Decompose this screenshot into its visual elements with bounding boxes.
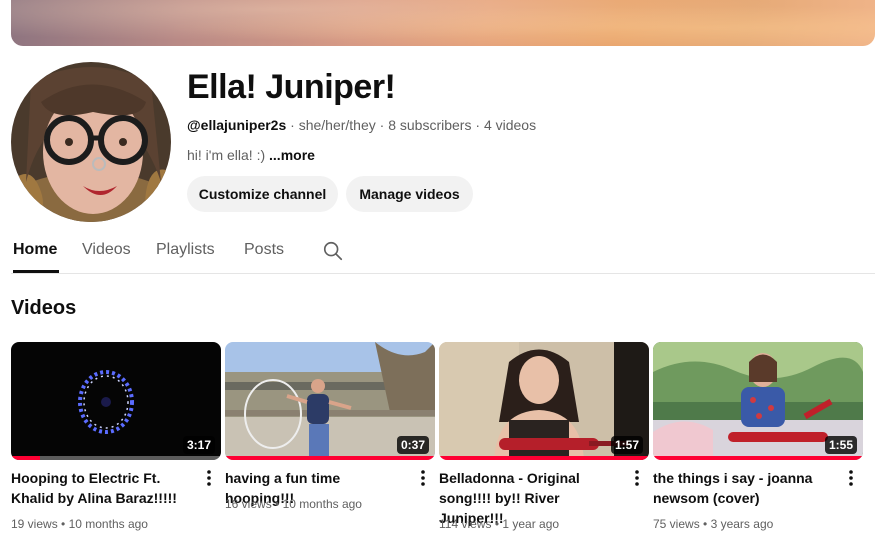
meta-sep: •: [703, 517, 708, 531]
description-text: hi! i'm ella! :): [187, 147, 270, 163]
channel-banner: [11, 0, 875, 46]
view-count: 114 views: [439, 517, 492, 531]
video-card[interactable]: 0:37 having a fun time hooping!!! 16 vie…: [225, 342, 435, 511]
video-duration: 1:57: [610, 436, 643, 454]
active-tab-indicator: [13, 270, 59, 273]
more-vert-icon[interactable]: [629, 469, 645, 487]
video-thumbnail[interactable]: 1:55: [653, 342, 863, 460]
upload-age: 3 years ago: [710, 517, 774, 531]
video-card[interactable]: 1:57 Belladonna - Original song!!!! by!!…: [439, 342, 649, 531]
video-thumbnail[interactable]: 1:57: [439, 342, 649, 460]
channel-name: Ella! Juniper!: [187, 68, 396, 106]
view-count: 19 views: [11, 517, 58, 531]
meta-sep: •: [61, 517, 66, 531]
meta-sep: •: [494, 517, 500, 531]
tab-playlists[interactable]: Playlists: [156, 241, 215, 259]
video-duration: 3:17: [182, 436, 215, 454]
view-count: 75 views: [653, 517, 700, 531]
more-vert-icon[interactable]: [201, 469, 217, 487]
channel-tabs: Home Videos Playlists Posts: [11, 232, 875, 274]
video-meta: 75 views • 3 years ago: [653, 517, 773, 531]
meta-sep: •: [275, 497, 280, 511]
progress-track: [11, 456, 221, 460]
channel-handle[interactable]: @ellajuniper2s: [187, 117, 286, 133]
channel-avatar[interactable]: [11, 62, 171, 222]
watch-progress: [653, 456, 863, 460]
more-vert-icon[interactable]: [843, 469, 859, 487]
watch-progress: [11, 456, 41, 460]
video-thumbnail[interactable]: 3:17: [11, 342, 221, 460]
section-title: Videos: [11, 297, 77, 319]
video-card[interactable]: 3:17 Hooping to Electric Ft. Khalid by A…: [11, 342, 221, 531]
video-thumbnail[interactable]: 0:37: [225, 342, 435, 460]
channel-description[interactable]: hi! i'm ella! :) ...more: [187, 147, 315, 163]
view-count: 16 views: [225, 497, 272, 511]
watch-progress: [225, 456, 435, 460]
tab-videos[interactable]: Videos: [82, 241, 131, 259]
tab-home[interactable]: Home: [13, 241, 57, 259]
video-card[interactable]: 1:55 the things i say - joanna newsom (c…: [653, 342, 863, 531]
meta-sep: ·: [379, 117, 385, 133]
tab-posts[interactable]: Posts: [244, 241, 284, 259]
subscriber-count: 8 subscribers: [388, 117, 472, 133]
video-count: 4 videos: [483, 117, 537, 133]
meta-sep: ·: [290, 117, 295, 133]
search-icon[interactable]: [322, 240, 344, 262]
video-meta: 114 views • 1 year ago: [439, 517, 559, 531]
video-duration: 1:55: [824, 436, 857, 454]
upload-age: 10 months ago: [282, 497, 362, 511]
avatar-image: [11, 62, 171, 222]
video-meta: 16 views • 10 months ago: [225, 497, 362, 511]
customize-channel-button[interactable]: Customize channel: [187, 176, 338, 212]
video-meta: 19 views • 10 months ago: [11, 517, 148, 531]
video-duration: 0:37: [396, 436, 429, 454]
more-vert-icon[interactable]: [415, 469, 431, 487]
manage-videos-button[interactable]: Manage videos: [346, 176, 473, 212]
watch-progress: [439, 456, 649, 460]
channel-pronouns: she/her/they: [298, 117, 376, 133]
more-link[interactable]: ...more: [269, 147, 315, 163]
video-title[interactable]: the things i say - joanna newsom (cover): [653, 468, 841, 508]
channel-meta: @ellajuniper2s · she/her/they · 8 subscr…: [187, 117, 536, 133]
upload-age: 1 year ago: [502, 517, 560, 531]
upload-age: 10 months ago: [68, 517, 148, 531]
video-title[interactable]: Hooping to Electric Ft. Khalid by Alina …: [11, 468, 199, 508]
meta-sep: ·: [475, 117, 481, 133]
